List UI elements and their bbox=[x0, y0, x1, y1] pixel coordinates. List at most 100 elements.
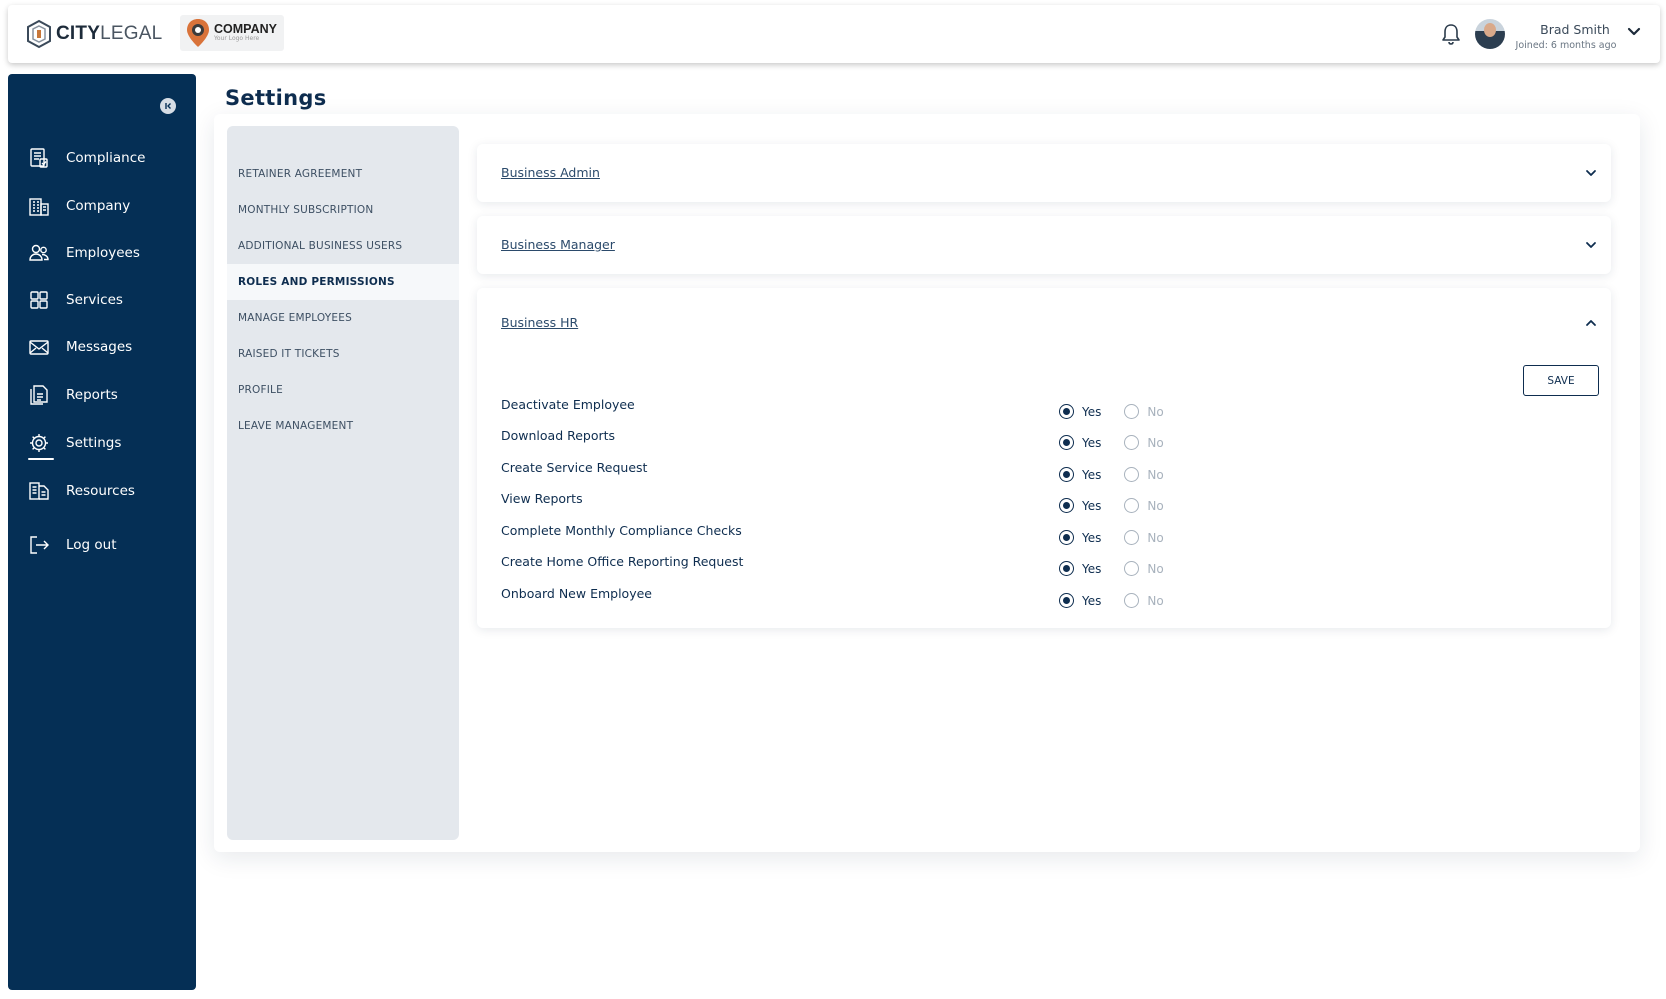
sidebar-item-label: Resources bbox=[66, 483, 135, 499]
radio-yes[interactable] bbox=[1059, 404, 1074, 419]
sidebar-item-compliance[interactable]: Compliance bbox=[28, 144, 145, 172]
permission-radio-group: Yes No bbox=[1059, 467, 1164, 482]
sidebar-item-messages[interactable]: Messages bbox=[28, 333, 132, 361]
brand-logo[interactable]: CITYLEGAL bbox=[26, 15, 162, 53]
radio-yes-label: Yes bbox=[1082, 530, 1102, 545]
user-name: Brad Smith bbox=[1540, 22, 1610, 37]
bell-icon[interactable] bbox=[1440, 22, 1462, 46]
radio-no-label: No bbox=[1147, 530, 1164, 545]
sidebar-item-label: Employees bbox=[66, 245, 140, 261]
permission-label: Onboard New Employee bbox=[501, 586, 652, 601]
permission-label: View Reports bbox=[501, 491, 583, 506]
chevron-down-icon[interactable] bbox=[1585, 240, 1597, 250]
company-name: COMPANY bbox=[214, 22, 277, 36]
radio-yes[interactable] bbox=[1059, 561, 1074, 576]
sidebar: Compliance Company Employees Services Me… bbox=[8, 74, 196, 990]
radio-no-label: No bbox=[1147, 561, 1164, 576]
chevron-up-icon[interactable] bbox=[1585, 318, 1597, 328]
radio-no-label: No bbox=[1147, 593, 1164, 608]
sidebar-item-label: Reports bbox=[66, 387, 118, 403]
radio-yes[interactable] bbox=[1059, 467, 1074, 482]
radio-yes-label: Yes bbox=[1082, 435, 1102, 450]
radio-no[interactable] bbox=[1124, 467, 1140, 482]
settings-menu: RETAINER AGREEMENT MONTHLY SUBSCRIPTION … bbox=[227, 126, 459, 840]
radio-yes[interactable] bbox=[1059, 530, 1074, 545]
permission-label: Download Reports bbox=[501, 428, 616, 443]
users-icon bbox=[29, 244, 49, 261]
top-bar: CITYLEGAL COMPANY Your Logo Here Brad Sm… bbox=[8, 5, 1660, 63]
collapse-icon bbox=[165, 103, 171, 109]
sidebar-item-employees[interactable]: Employees bbox=[28, 239, 140, 267]
sidebar-item-label: Log out bbox=[66, 537, 117, 553]
accordion-business-hr: Business HR SAVE Deactivate Employee Yes… bbox=[477, 288, 1611, 628]
sidebar-item-label: Messages bbox=[66, 339, 133, 355]
avatar-head bbox=[1484, 23, 1496, 37]
menu-item-roles-and-permissions[interactable]: ROLES AND PERMISSIONS bbox=[227, 264, 459, 300]
mail-icon bbox=[29, 340, 49, 355]
compliance-icon bbox=[30, 148, 48, 168]
accordion-business-admin[interactable]: Business Admin bbox=[477, 144, 1611, 202]
accordion-title[interactable]: Business HR bbox=[501, 315, 578, 330]
citylegal-logo-icon bbox=[27, 19, 51, 49]
radio-no[interactable] bbox=[1124, 435, 1140, 450]
sidebar-item-label: Settings bbox=[66, 435, 122, 451]
resources-icon bbox=[29, 482, 49, 500]
menu-item-retainer-agreement[interactable]: RETAINER AGREEMENT bbox=[227, 156, 459, 192]
user-joined: Joined: 6 months ago bbox=[1515, 40, 1617, 51]
permission-label: Create Service Request bbox=[501, 460, 648, 475]
radio-no-label: No bbox=[1147, 498, 1164, 513]
radio-no[interactable] bbox=[1124, 561, 1140, 576]
permission-radio-group: Yes No bbox=[1059, 530, 1164, 545]
avatar[interactable] bbox=[1475, 19, 1505, 49]
grid-icon bbox=[30, 291, 48, 309]
chevron-down-icon[interactable] bbox=[1585, 168, 1597, 178]
accordion-business-manager[interactable]: Business Manager bbox=[477, 216, 1611, 274]
menu-item-leave-management[interactable]: LEAVE MANAGEMENT bbox=[227, 408, 459, 444]
permission-label: Create Home Office Reporting Request bbox=[501, 554, 744, 569]
permission-radio-group: Yes No bbox=[1059, 404, 1164, 419]
company-tagline: Your Logo Here bbox=[214, 35, 260, 42]
menu-item-raised-it-tickets[interactable]: RAISED IT TICKETS bbox=[227, 336, 459, 372]
sidebar-item-settings[interactable]: Settings bbox=[28, 429, 121, 457]
radio-no-label: No bbox=[1147, 467, 1164, 482]
radio-yes-label: Yes bbox=[1082, 561, 1102, 576]
radio-yes-label: Yes bbox=[1082, 498, 1102, 513]
save-button[interactable]: SAVE bbox=[1523, 365, 1599, 396]
radio-yes[interactable] bbox=[1059, 593, 1074, 608]
radio-yes-label: Yes bbox=[1082, 467, 1102, 482]
map-pin-icon bbox=[187, 19, 209, 47]
sidebar-item-label: Company bbox=[66, 198, 131, 214]
active-indicator bbox=[28, 458, 54, 460]
collapse-sidebar-button[interactable] bbox=[160, 98, 176, 114]
logout-icon bbox=[30, 536, 49, 554]
radio-no[interactable] bbox=[1124, 498, 1140, 513]
radio-yes[interactable] bbox=[1059, 435, 1074, 450]
accordion-title[interactable]: Business Admin bbox=[501, 165, 600, 180]
page-title: Settings bbox=[225, 86, 327, 110]
radio-no[interactable] bbox=[1124, 530, 1140, 545]
permission-radio-group: Yes No bbox=[1059, 498, 1164, 513]
menu-item-additional-business-users[interactable]: ADDITIONAL BUSINESS USERS bbox=[227, 228, 459, 264]
menu-item-profile[interactable]: PROFILE bbox=[227, 372, 459, 408]
menu-item-manage-employees[interactable]: MANAGE EMPLOYEES bbox=[227, 300, 459, 336]
report-icon bbox=[30, 385, 48, 405]
building-icon bbox=[29, 198, 49, 216]
radio-no[interactable] bbox=[1124, 593, 1140, 608]
sidebar-item-logout[interactable]: Log out bbox=[28, 531, 117, 559]
sidebar-item-resources[interactable]: Resources bbox=[28, 477, 135, 505]
sidebar-item-company[interactable]: Company bbox=[28, 192, 130, 220]
chevron-down-icon[interactable] bbox=[1626, 25, 1642, 39]
company-logo: COMPANY Your Logo Here bbox=[180, 15, 284, 51]
permission-radio-group: Yes No bbox=[1059, 593, 1164, 608]
radio-yes[interactable] bbox=[1059, 498, 1074, 513]
permission-label: Complete Monthly Compliance Checks bbox=[501, 523, 742, 538]
permission-radio-group: Yes No bbox=[1059, 561, 1164, 576]
brand-name: CITYLEGAL bbox=[56, 23, 163, 44]
radio-no[interactable] bbox=[1124, 404, 1140, 419]
sidebar-item-services[interactable]: Services bbox=[28, 286, 123, 314]
accordion-title[interactable]: Business Manager bbox=[501, 237, 615, 252]
sidebar-item-label: Compliance bbox=[66, 150, 146, 166]
menu-item-monthly-subscription[interactable]: MONTHLY SUBSCRIPTION bbox=[227, 192, 459, 228]
sidebar-item-reports[interactable]: Reports bbox=[28, 381, 118, 409]
radio-no-label: No bbox=[1147, 435, 1164, 450]
